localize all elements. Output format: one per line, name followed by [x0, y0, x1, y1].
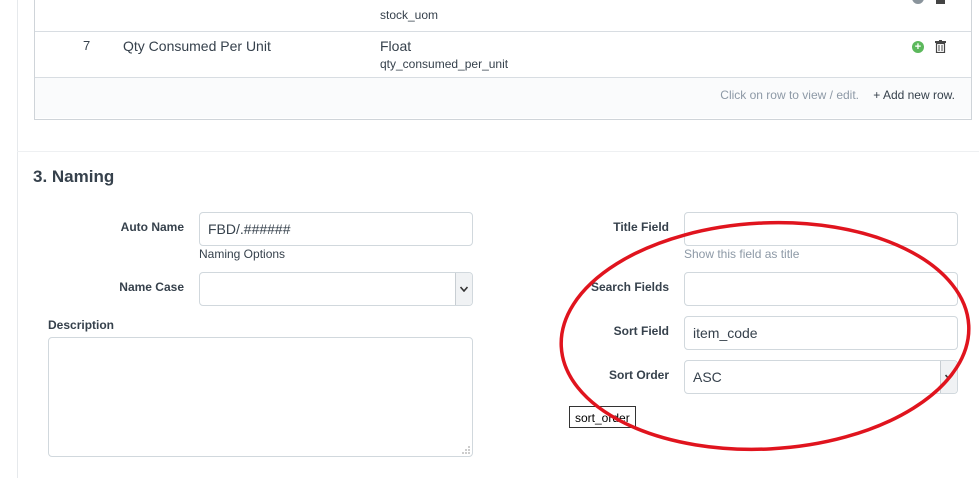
- title-field-label: Title Field: [613, 220, 669, 234]
- name-case-select[interactable]: [199, 272, 473, 306]
- auto-name-help: Naming Options: [199, 247, 286, 261]
- table-row[interactable]: stock_uom +: [35, 0, 971, 32]
- description-label: Description: [48, 318, 115, 332]
- add-row-icon[interactable]: +: [912, 41, 924, 53]
- title-field-help: Show this field as title: [684, 247, 800, 261]
- auto-name-input[interactable]: FBD/.######: [199, 212, 473, 246]
- search-fields-label: Search Fields: [590, 280, 669, 294]
- name-case-label: Name Case: [119, 280, 184, 294]
- child-table: stock_uom + 7 Qty Consumed Per Unit Floa…: [34, 0, 972, 120]
- table-hint: Click on row to view / edit.: [720, 88, 859, 102]
- sort-field-label: Sort Field: [613, 324, 669, 338]
- sort-order-value: ASC: [693, 369, 722, 385]
- chevron-down-icon[interactable]: [940, 361, 957, 393]
- row-label: Qty Consumed Per Unit: [123, 38, 271, 54]
- trash-icon[interactable]: [935, 40, 946, 53]
- left-border: [17, 0, 18, 478]
- auto-name-label: Auto Name: [120, 220, 184, 234]
- resize-handle-icon[interactable]: [460, 444, 470, 454]
- row-index: 7: [83, 38, 91, 53]
- description-textarea[interactable]: [48, 337, 473, 457]
- search-fields-input[interactable]: [684, 272, 958, 306]
- sort-field-input[interactable]: item_code: [684, 316, 958, 350]
- add-new-row-link[interactable]: + Add new row.: [873, 88, 955, 102]
- table-footer: Click on row to view / edit. + Add new r…: [35, 78, 971, 118]
- add-row-icon[interactable]: +: [912, 0, 924, 4]
- chevron-down-icon[interactable]: [455, 273, 472, 305]
- section-title: 3. Naming: [33, 167, 115, 186]
- row-type: Float: [380, 38, 412, 54]
- table-row[interactable]: 7 Qty Consumed Per Unit Float qty_consum…: [35, 32, 971, 78]
- trash-icon[interactable]: [935, 0, 946, 4]
- sort-order-label: Sort Order: [608, 368, 669, 382]
- section-divider: [17, 151, 979, 152]
- title-field-input[interactable]: [684, 212, 958, 246]
- row-fieldname: qty_consumed_per_unit: [380, 57, 509, 71]
- row-fieldname: stock_uom: [380, 8, 439, 22]
- sort-order-select[interactable]: ASC: [684, 360, 958, 394]
- field-tooltip: sort_order: [569, 406, 636, 428]
